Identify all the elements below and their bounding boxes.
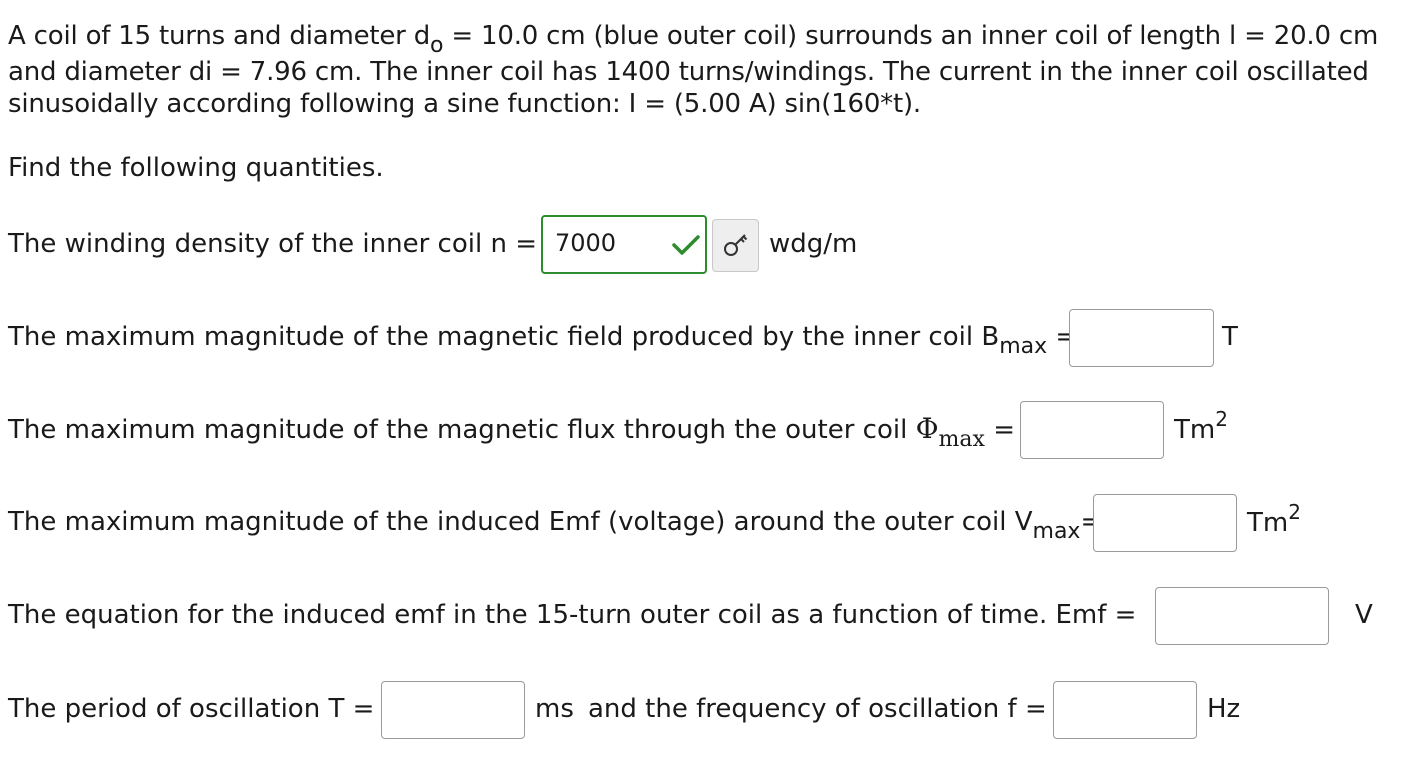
problem-line-1-text-b: = 10.0 cm (blue outer coil) surrounds an…	[443, 21, 1379, 51]
phimax-unit-base: Tm	[1174, 415, 1216, 445]
vmax-input[interactable]	[1093, 494, 1237, 552]
phimax-label: The maximum magnitude of the magnetic fl…	[8, 415, 908, 445]
vmax-label-row: The maximum magnitude of the induced Emf…	[8, 504, 1102, 544]
bmax-label-row: The maximum magnitude of the magnetic fi…	[8, 319, 1077, 359]
phimax-symbol: Φ	[915, 412, 939, 445]
emf-label: The equation for the induced emf in the …	[8, 600, 1137, 630]
vmax-unit: Tm2	[1247, 500, 1301, 542]
phimax-unit-exponent: 2	[1215, 407, 1228, 431]
bmax-input[interactable]	[1069, 309, 1214, 367]
bmax-label: The maximum magnitude of the magnetic fi…	[8, 322, 1000, 352]
key-icon	[724, 234, 748, 256]
period-label: The period of oscillation T =	[8, 694, 375, 724]
period-input[interactable]	[381, 681, 525, 739]
phimax-equals: =	[993, 415, 1015, 445]
winding-density-value: 7000	[555, 229, 617, 257]
vmax-subscript: max	[1032, 519, 1081, 544]
frequency-input[interactable]	[1053, 681, 1197, 739]
instruction: Find the following quantities.	[8, 153, 384, 183]
vmax-label: The maximum magnitude of the induced Emf…	[8, 507, 1033, 537]
phimax-input[interactable]	[1020, 401, 1164, 459]
winding-density-input[interactable]: 7000	[541, 215, 707, 274]
phimax-label-row: The maximum magnitude of the magnetic fl…	[8, 411, 1015, 452]
phimax-subscript: max	[938, 427, 985, 452]
key-button[interactable]	[712, 219, 759, 272]
problem-line-1: A coil of 15 turns and diameter do = 10.…	[8, 18, 1408, 58]
bmax-unit: T	[1222, 322, 1238, 352]
bmax-subscript: max	[999, 334, 1048, 359]
vmax-unit-base: Tm	[1247, 508, 1289, 538]
winding-density-label: The winding density of the inner coil n …	[8, 229, 537, 259]
check-icon	[672, 235, 700, 255]
frequency-label: and the frequency of oscillation f =	[588, 694, 1047, 724]
phimax-unit: Tm2	[1174, 407, 1228, 449]
period-unit: ms	[535, 694, 574, 724]
vmax-unit-exponent: 2	[1288, 500, 1301, 524]
problem-line-1-text-a: A coil of 15 turns and diameter d	[8, 21, 431, 51]
problem-line-3: sinusoidally according following a sine …	[8, 89, 921, 119]
problem-statement: A coil of 15 turns and diameter do = 10.…	[8, 18, 1408, 122]
winding-density-unit: wdg/m	[769, 229, 858, 259]
frequency-unit: Hz	[1207, 694, 1241, 724]
problem-line-2: and diameter di = 7.96 cm. The inner coi…	[8, 57, 1369, 87]
emf-unit: V	[1355, 600, 1373, 630]
problem-line-1-subscript: o	[430, 33, 444, 58]
emf-input[interactable]	[1155, 587, 1329, 645]
